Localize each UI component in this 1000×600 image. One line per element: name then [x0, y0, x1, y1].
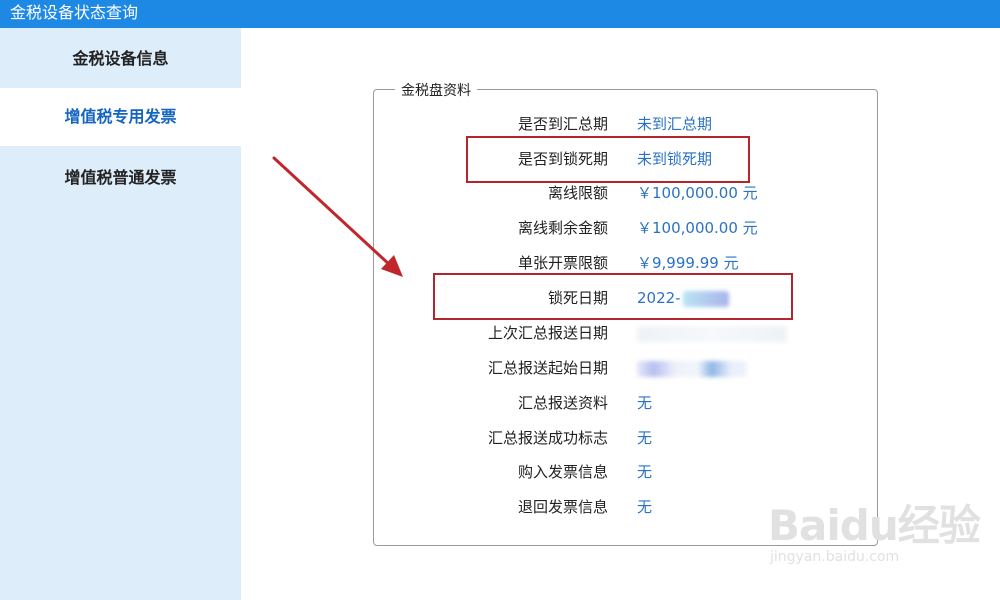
- baidu-jingyan-watermark: Baidu经验 jingyan.baidu.com: [768, 492, 981, 565]
- arrow-shaft: [272, 156, 393, 268]
- watermark-logo: Baidu经验: [768, 501, 981, 550]
